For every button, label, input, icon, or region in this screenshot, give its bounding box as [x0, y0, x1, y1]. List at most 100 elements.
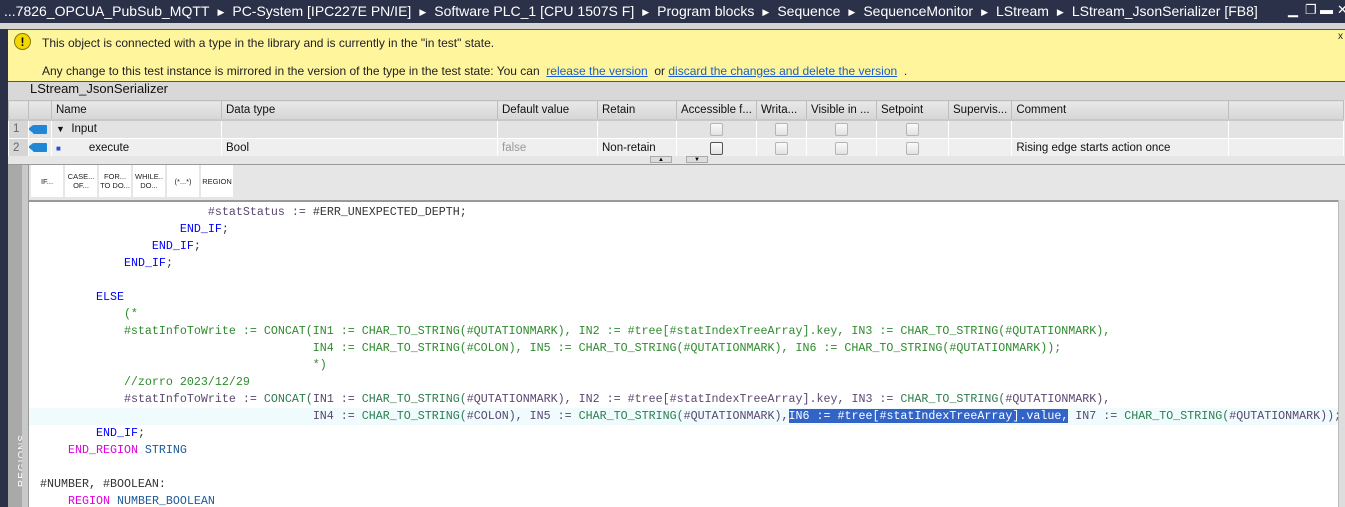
code-line[interactable]: #statInfoToWrite := CONCAT(IN1 := CHAR_T…	[29, 323, 1338, 340]
row-datatype[interactable]	[221, 119, 498, 139]
col-supervision[interactable]: Supervis...	[947, 100, 1013, 121]
code-token: END_IF	[95, 426, 138, 440]
breadcrumb-separator-icon: ▶	[217, 7, 225, 17]
col-datatype[interactable]: Data type	[221, 100, 498, 121]
code-line[interactable]: END_IF;	[29, 238, 1338, 255]
code-token: IN2 := #tree[#statIndexTreeArray].key, I…	[578, 392, 901, 406]
code-line[interactable]	[29, 459, 1338, 476]
breadcrumb-item[interactable]: LStream_JsonSerializer [FB8]	[1072, 3, 1258, 19]
case-button[interactable]: CASE... OF...	[65, 165, 97, 197]
row-retain[interactable]: Non-retain	[597, 138, 677, 158]
setpoint-checkbox[interactable]	[906, 122, 919, 136]
code-token: IN1 :=	[312, 392, 362, 406]
col-comment[interactable]: Comment	[1011, 100, 1230, 121]
code-line[interactable]: //zorro 2023/12/29	[29, 374, 1338, 391]
row-retain[interactable]	[597, 119, 677, 139]
visible-checkbox[interactable]	[835, 122, 848, 136]
code-line[interactable]: REGION NUMBER_BOOLEAN	[29, 493, 1338, 507]
table-row[interactable]: 2 ■ execute Bool false Non-retain Rising …	[8, 138, 1345, 158]
breadcrumb-separator-icon: ▶	[1056, 7, 1064, 17]
code-token: STRING	[137, 443, 187, 457]
discard-changes-link[interactable]: discard the changes and delete the versi…	[668, 64, 897, 78]
code-editor[interactable]: #statStatus := #ERR_UNEXPECTED_DEPTH; EN…	[29, 200, 1338, 507]
close-icon[interactable]: ✕	[1337, 2, 1345, 18]
while-button[interactable]: WHILE.. DO...	[133, 165, 165, 197]
comment-button[interactable]: (*...*)	[167, 165, 199, 197]
banner-close-icon[interactable]: x	[1338, 31, 1343, 42]
code-line[interactable]: #statInfoToWrite := CONCAT(IN1 := CHAR_T…	[29, 391, 1338, 408]
row-number: 2	[8, 138, 29, 158]
col-retain[interactable]: Retain	[597, 100, 677, 121]
breadcrumb-item[interactable]: Sequence	[777, 3, 840, 19]
scroll-up-button[interactable]: ▲	[650, 156, 672, 163]
code-token: ;	[165, 256, 173, 270]
release-version-link[interactable]: release the version	[546, 64, 647, 78]
col-name[interactable]: Name	[51, 100, 222, 121]
code-line[interactable]: END_REGION STRING	[29, 442, 1338, 459]
col-accessible[interactable]: Accessible f...	[676, 100, 757, 121]
region-button[interactable]: REGION	[201, 165, 233, 197]
row-datatype[interactable]: Bool	[221, 138, 498, 158]
code-line[interactable]: #statStatus := #ERR_UNEXPECTED_DEPTH;	[29, 204, 1338, 221]
code-token: END_IF	[123, 256, 166, 270]
row-comment[interactable]: Rising edge starts action once	[1011, 138, 1230, 158]
col-writable[interactable]: Writa...	[756, 100, 807, 121]
col-visible[interactable]: Visible in ...	[806, 100, 877, 121]
row-name[interactable]: execute	[61, 142, 129, 154]
minimize-icon[interactable]: ▁	[1288, 2, 1298, 18]
for-button[interactable]: FOR... TO DO...	[99, 165, 131, 197]
breadcrumb-item[interactable]: Program blocks	[657, 3, 754, 19]
code-line[interactable]: IN4 := CHAR_TO_STRING(#COLON), IN5 := CH…	[29, 340, 1338, 357]
writable-checkbox[interactable]	[775, 141, 788, 155]
breadcrumb-item[interactable]: PC-System [IPC227E PN/IE]	[232, 3, 411, 19]
maximize-icon[interactable]: ▬	[1320, 2, 1333, 17]
row-default[interactable]	[497, 119, 598, 139]
code-line[interactable]	[29, 272, 1338, 289]
setpoint-checkbox[interactable]	[906, 141, 919, 155]
code-token: ;	[193, 239, 201, 253]
restore-icon[interactable]: ❐	[1305, 2, 1317, 18]
breadcrumb-item[interactable]: ...7826_OPCUA_PubSub_MQTT	[4, 3, 209, 19]
banner-line-1: This object is connected with a type in …	[42, 36, 495, 50]
selected-text: IN6 := #tree[#statIndexTreeArray].value,	[788, 409, 1069, 423]
code-token: CHAR_TO_STRING(	[578, 409, 684, 423]
library-test-banner: ! This object is connected with a type i…	[8, 29, 1345, 82]
input-variable-icon	[29, 143, 47, 153]
banner-or: or	[654, 64, 666, 78]
code-token: CHAR_TO_STRING(	[361, 409, 467, 423]
vertical-scrollbar[interactable]	[1338, 200, 1345, 507]
code-token: NUMBER_BOOLEAN	[109, 494, 215, 507]
writable-checkbox[interactable]	[775, 122, 788, 136]
row-comment[interactable]	[1011, 119, 1230, 139]
code-line[interactable]: #NUMBER, #BOOLEAN:	[29, 476, 1338, 493]
code-line[interactable]: (*	[29, 306, 1338, 323]
accessible-checkbox[interactable]	[710, 122, 723, 136]
col-setpoint[interactable]: Setpoint	[876, 100, 949, 121]
code-line[interactable]: END_IF;	[29, 221, 1338, 238]
if-button[interactable]: IF...	[31, 165, 63, 197]
visible-checkbox[interactable]	[835, 141, 848, 155]
code-token: ;	[221, 222, 229, 236]
code-token: END_IF	[179, 222, 222, 236]
scroll-down-button[interactable]: ▼	[686, 156, 708, 163]
code-token: #QUTATIONMARK));	[1229, 409, 1338, 423]
code-line[interactable]: IN4 := CHAR_TO_STRING(#COLON), IN5 := CH…	[29, 408, 1338, 425]
code-token: CHAR_TO_STRING(	[1124, 409, 1230, 423]
col-default[interactable]: Default value	[497, 100, 598, 121]
collapse-icon[interactable]: ▼	[56, 124, 65, 134]
code-line[interactable]: *)	[29, 357, 1338, 374]
code-line[interactable]: END_IF;	[29, 425, 1338, 442]
row-name[interactable]: Input	[71, 123, 97, 135]
regions-panel-tab[interactable]: REGIONS	[8, 165, 28, 507]
breadcrumb-item[interactable]: LStream	[996, 3, 1049, 19]
code-line[interactable]: ELSE	[29, 289, 1338, 306]
table-splitter[interactable]	[8, 156, 1345, 165]
table-row[interactable]: 1 ▼ Input	[8, 119, 1345, 139]
breadcrumb-item[interactable]: SequenceMonitor	[863, 3, 973, 19]
accessible-checkbox[interactable]	[710, 141, 723, 155]
breadcrumb-item[interactable]: Software PLC_1 [CPU 1507S F]	[434, 3, 634, 19]
code-line[interactable]: END_IF;	[29, 255, 1338, 272]
row-default[interactable]: false	[497, 138, 598, 158]
